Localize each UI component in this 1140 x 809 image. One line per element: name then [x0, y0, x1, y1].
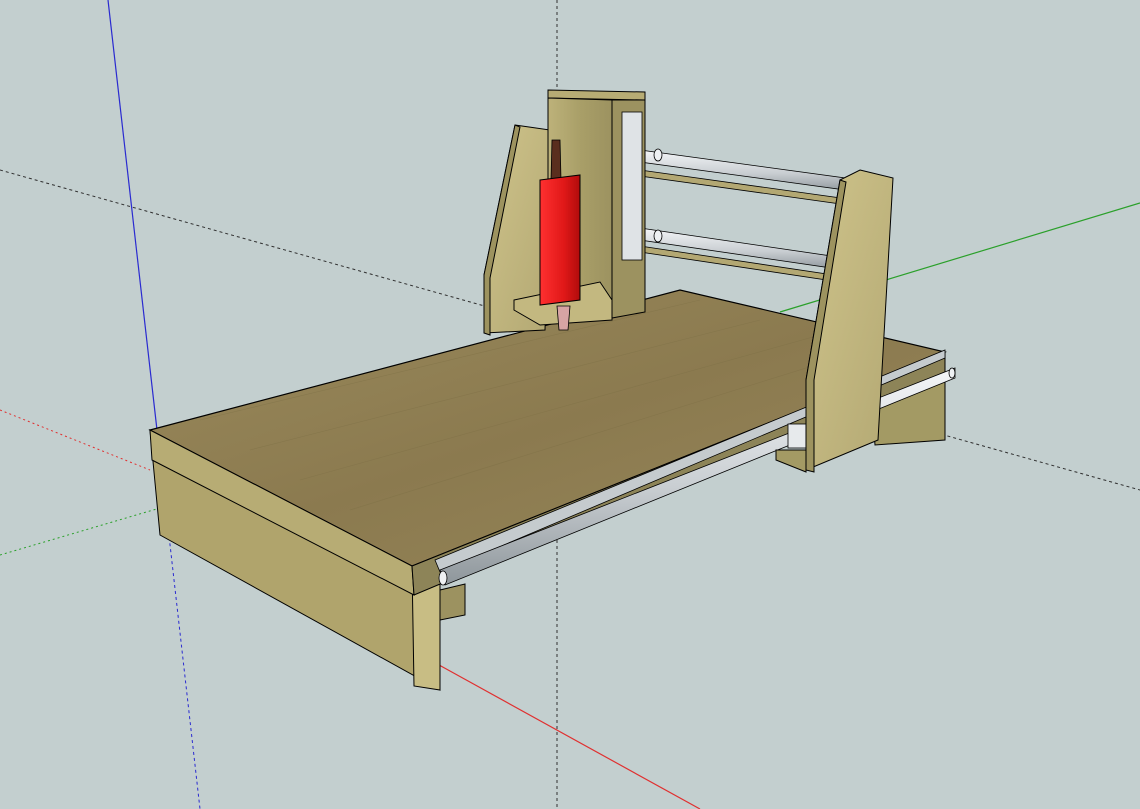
- cnc-router-model-scene[interactable]: [0, 0, 1140, 809]
- sketchup-3d-viewport[interactable]: [0, 0, 1140, 809]
